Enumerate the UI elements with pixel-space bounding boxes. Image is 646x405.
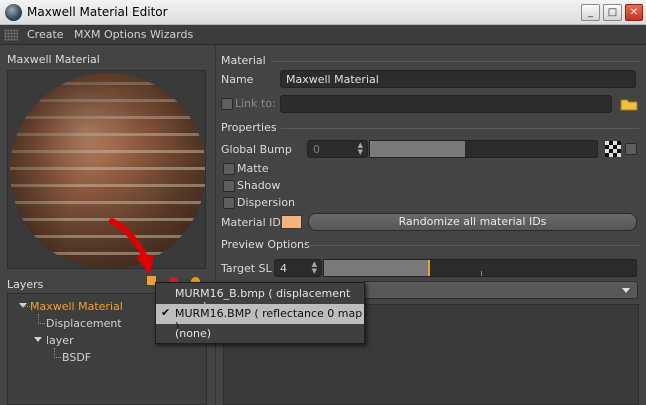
minimize-button[interactable]: _: [581, 4, 600, 21]
material-id-color-swatch[interactable]: [281, 215, 302, 229]
link-to-label: Link to:: [235, 97, 276, 110]
link-to-input[interactable]: [280, 95, 612, 113]
menu-bar: Create MXM Options Wizards: [0, 25, 646, 45]
chevron-down-icon: [622, 288, 630, 293]
properties-section-title: Properties: [221, 121, 277, 134]
target-sl-spinbox[interactable]: 4 ▲ ▼: [274, 259, 322, 277]
tree-connector: [38, 323, 45, 324]
slider-fill: [324, 260, 431, 276]
checker-texture-icon[interactable]: [605, 141, 621, 157]
global-bump-value: 0: [313, 143, 320, 156]
popup-item-displacement-map[interactable]: MURM16_B.bmp ( displacement map ): [156, 284, 364, 313]
matte-label: Matte: [237, 162, 269, 175]
tree-item-displacement[interactable]: Displacement: [46, 317, 122, 330]
slider-tick: [481, 271, 482, 276]
expand-arrow-icon[interactable]: [34, 337, 42, 342]
preview-title: Maxwell Material: [7, 53, 100, 66]
name-label: Name: [221, 73, 254, 86]
grip-icon: [4, 29, 18, 41]
dispersion-checkbox[interactable]: [223, 197, 235, 209]
material-preview: [7, 70, 206, 269]
app-logo-icon: [5, 4, 22, 21]
name-input[interactable]: Maxwell Material: [280, 70, 636, 88]
tree-item-layer[interactable]: layer: [46, 334, 74, 347]
link-to-checkbox[interactable]: [221, 98, 233, 110]
popup-item-reflectance-map[interactable]: ✔ MURM16.BMP ( reflectance 0 map ): [156, 304, 364, 333]
window-title: Maxwell Material Editor: [27, 5, 168, 19]
menu-wizards[interactable]: Wizards: [150, 28, 193, 41]
dispersion-label: Dispersion: [237, 196, 296, 209]
matte-checkbox[interactable]: [223, 163, 235, 175]
material-section-title: Material: [221, 54, 266, 67]
tree-item-bsdf[interactable]: BSDF: [62, 351, 91, 364]
section-divider: [307, 245, 639, 246]
shadow-label: Shadow: [237, 179, 281, 192]
global-bump-slider[interactable]: [369, 140, 598, 158]
tree-connector: [54, 357, 61, 358]
menu-mxm-options[interactable]: MXM Options: [74, 28, 146, 41]
section-divider: [281, 128, 639, 129]
randomize-material-ids-button[interactable]: Randomize all material IDs: [308, 213, 637, 231]
folder-icon[interactable]: [620, 97, 638, 111]
panel-divider: [215, 45, 216, 405]
global-bump-spinbox[interactable]: 0 ▲ ▼: [307, 140, 368, 158]
annotation-arrow: [109, 218, 154, 275]
target-sl-slider[interactable]: [323, 259, 637, 277]
popup-item-none[interactable]: (none): [156, 324, 364, 344]
tree-connector: [23, 306, 30, 307]
section-divider: [271, 61, 639, 62]
target-sl-value: 4: [280, 262, 287, 275]
tree-item-maxwell-material[interactable]: Maxwell Material: [30, 300, 123, 313]
spin-arrows-icon[interactable]: ▲ ▼: [358, 142, 363, 156]
slider-fill: [370, 141, 466, 157]
global-bump-checkbox[interactable]: [625, 143, 637, 155]
shadow-checkbox[interactable]: [223, 180, 235, 192]
maximize-button[interactable]: □: [603, 4, 622, 21]
global-bump-label: Global Bump: [221, 143, 292, 156]
checkmark-icon: ✔: [161, 306, 171, 319]
map-dropdown[interactable]: [362, 281, 638, 299]
preview-options-section-title: Preview Options: [221, 238, 310, 251]
menu-create[interactable]: Create: [27, 28, 64, 41]
target-sl-label: Target SL: [221, 262, 272, 275]
title-bar: Maxwell Material Editor _ □ ✕: [0, 0, 646, 25]
texture-popup-menu: MURM16_B.bmp ( displacement map ) ✔ MURM…: [155, 282, 365, 344]
layers-label: Layers: [7, 278, 44, 291]
spin-arrows-icon[interactable]: ▲ ▼: [312, 261, 317, 275]
material-id-label: Material ID: [221, 216, 281, 229]
close-button[interactable]: ✕: [625, 4, 643, 21]
